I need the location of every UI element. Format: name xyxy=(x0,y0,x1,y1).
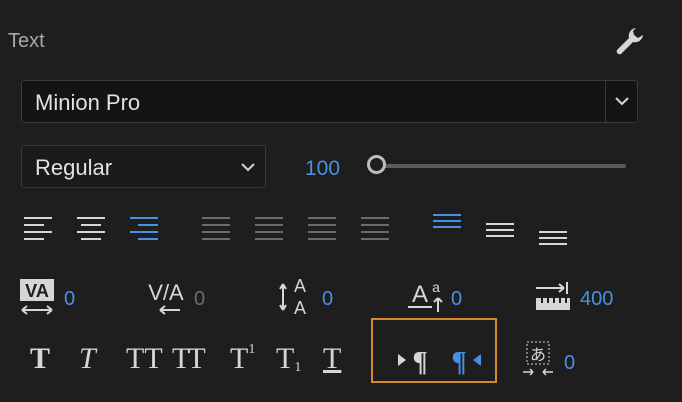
align-center-icon[interactable] xyxy=(77,216,107,244)
kerning-icon[interactable]: V/A xyxy=(148,278,188,318)
leading-value[interactable]: 0 xyxy=(322,288,333,311)
align-right-icon[interactable] xyxy=(130,216,160,244)
align-top-icon[interactable] xyxy=(433,212,463,232)
svg-text:A: A xyxy=(294,276,306,296)
svg-text:A: A xyxy=(412,281,428,308)
font-family-value: Minion Pro xyxy=(35,90,141,115)
baseline-shift-icon[interactable]: A a xyxy=(406,276,446,316)
rtl-text-icon[interactable]: ¶ xyxy=(448,346,484,376)
font-style-value: Regular xyxy=(35,155,113,180)
align-left-icon[interactable] xyxy=(24,216,54,244)
subscript-button[interactable]: T1 xyxy=(276,342,301,376)
all-caps-button[interactable]: TT xyxy=(126,342,163,376)
underline-button[interactable]: T xyxy=(323,342,341,376)
faux-italic-button[interactable]: T xyxy=(79,342,96,376)
tsume-icon[interactable]: あ xyxy=(521,340,557,378)
tab-width-value[interactable]: 400 xyxy=(580,288,613,311)
dropdown-divider xyxy=(605,81,606,122)
kerning-value[interactable]: 0 xyxy=(194,288,205,311)
svg-text:V/A: V/A xyxy=(148,280,184,305)
tab-width-icon[interactable] xyxy=(534,280,574,316)
tracking-icon[interactable]: VA xyxy=(18,278,58,318)
justify-last-left-icon[interactable] xyxy=(202,216,232,244)
font-size-slider-thumb[interactable] xyxy=(367,155,386,174)
wrench-icon[interactable] xyxy=(612,24,648,60)
svg-text:a: a xyxy=(432,279,440,295)
superscript-button[interactable]: T1 xyxy=(230,342,255,376)
justify-last-right-icon[interactable] xyxy=(308,216,338,244)
chevron-down-icon[interactable] xyxy=(610,89,634,113)
leading-icon[interactable]: A A xyxy=(278,274,318,318)
baseline-shift-value[interactable]: 0 xyxy=(451,288,462,311)
font-style-dropdown[interactable]: Regular xyxy=(21,145,266,188)
svg-text:A: A xyxy=(294,298,306,318)
font-size-slider-track[interactable] xyxy=(378,164,626,168)
panel-title: Text xyxy=(8,30,45,52)
svg-text:あ: あ xyxy=(530,345,546,364)
svg-text:¶: ¶ xyxy=(451,347,466,376)
small-caps-label: TT xyxy=(172,342,206,375)
small-caps-button[interactable]: TT xyxy=(172,342,206,376)
subscript-label: T xyxy=(276,342,295,375)
ltr-text-icon[interactable]: ¶ xyxy=(397,346,431,376)
tsume-value[interactable]: 0 xyxy=(564,352,575,375)
align-middle-icon[interactable] xyxy=(486,221,516,241)
subscript-mark: 1 xyxy=(294,360,302,375)
superscript-mark: 1 xyxy=(248,342,256,357)
font-family-dropdown[interactable]: Minion Pro xyxy=(21,80,638,123)
svg-text:VA: VA xyxy=(25,281,49,301)
chevron-down-icon xyxy=(236,155,260,179)
justify-all-icon[interactable] xyxy=(361,216,391,244)
faux-bold-button[interactable]: T xyxy=(30,342,50,376)
superscript-label: T xyxy=(230,342,249,375)
svg-text:¶: ¶ xyxy=(412,347,427,376)
tracking-value[interactable]: 0 xyxy=(64,288,75,311)
align-bottom-icon[interactable] xyxy=(539,229,569,249)
font-size-value[interactable]: 100 xyxy=(305,157,340,181)
justify-last-center-icon[interactable] xyxy=(255,216,285,244)
